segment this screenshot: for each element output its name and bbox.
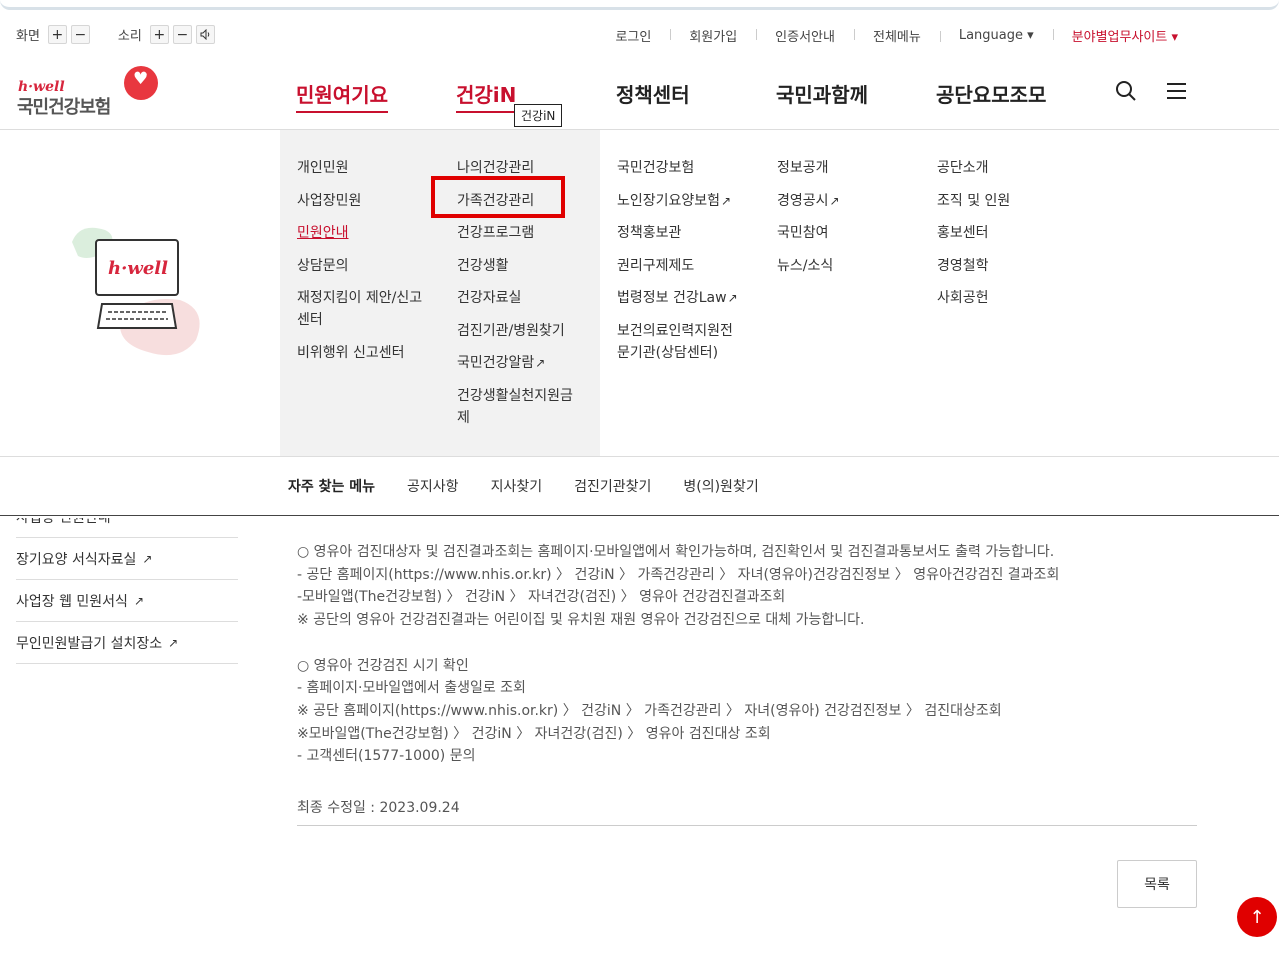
content-line: ※ 공단 홈페이지(https://www.nhis.or.kr) 〉 건강iN…	[297, 702, 1002, 719]
content-line: ※ 공단의 영유아 건강검진결과는 어린이집 및 유치원 재원 영유아 건강검진…	[297, 612, 865, 629]
menu-mgmt-disclosure[interactable]: 경영공시↗	[777, 190, 912, 212]
quick-menu-title: 자주 찾는 메뉴	[288, 479, 376, 495]
highlight-box	[431, 176, 565, 218]
side-menu: 사업장 민원안내 장기요양 서식자료실 ↗ 사업장 웹 민원서식 ↗ 무인민원발급기…	[16, 518, 238, 664]
illustration-hwell-text: h·well	[108, 258, 168, 279]
submenu-policy-center: 국민건강보험 노인장기요양보험↗ 정책홍보관 권리구제제도 법령정보 건강Law…	[617, 157, 757, 374]
menu-social-contribution[interactable]: 사회공헌	[937, 287, 1072, 309]
site-logo[interactable]: h·well 국민건강보험	[17, 66, 162, 118]
quick-find-branch[interactable]: 지사찾기	[491, 476, 543, 496]
content-line: ○ 영유아 건강검진 시기 확인	[297, 657, 469, 674]
external-link-icon: ↗	[829, 193, 840, 208]
menu-health-law[interactable]: 법령정보 건강Law↗	[617, 287, 757, 309]
gnb-about[interactable]: 공단요모조모	[936, 79, 1046, 108]
scroll-top-button[interactable]: ↑	[1237, 897, 1277, 937]
side-item-web-forms[interactable]: 사업장 웹 민원서식 ↗	[16, 580, 238, 622]
menu-nhi[interactable]: 국민건강보험	[617, 157, 752, 179]
external-link-icon: ↗	[142, 551, 153, 566]
certificate-guide-link[interactable]: 인증서안내	[756, 26, 854, 45]
external-link-icon: ↗	[721, 193, 732, 208]
submenu-about: 공단소개 조직 및 인원 홍보센터 경영철학 사회공헌	[937, 157, 1072, 320]
mega-menu: h·well 개인민원 사업장민원 민원안내 상담문의 재정지킴이 제안/신고센…	[0, 130, 1279, 456]
gnb-health-in[interactable]: 건강iN	[456, 79, 517, 113]
menu-organization[interactable]: 조직 및 인원	[937, 190, 1072, 212]
gnb-minwon[interactable]: 민원여기요	[296, 79, 388, 113]
content-line: - 공단 홈페이지(https://www.nhis.or.kr) 〉 건강iN…	[297, 566, 1060, 583]
last-updated: 최종 수정일 : 2023.09.24	[297, 797, 1197, 826]
menu-minwon-guide[interactable]: 민원안내	[297, 222, 432, 244]
menu-health-life[interactable]: 건강생활	[457, 255, 592, 277]
menu-news[interactable]: 뉴스/소식	[777, 255, 912, 277]
sound-label: 소리	[117, 29, 142, 44]
menu-health-alarm[interactable]: 국민건강알람↗	[457, 352, 592, 374]
logo-name: 국민건강보험	[17, 97, 111, 118]
volume-up-button[interactable]: +	[149, 25, 169, 44]
menu-intro[interactable]: 공단소개	[937, 157, 1072, 179]
join-link[interactable]: 회원가입	[670, 26, 756, 45]
speaker-icon[interactable]	[195, 25, 215, 44]
menu-finance-guard[interactable]: 재정지킴이 제안/신고센터	[297, 287, 425, 331]
menu-info-disclosure[interactable]: 정보공개	[777, 157, 912, 179]
menu-ltc-insurance[interactable]: 노인장기요양보험↗	[617, 190, 752, 212]
tooltip: 건강iN	[514, 104, 563, 127]
menu-philosophy[interactable]: 경영철학	[937, 255, 1072, 277]
quick-notice[interactable]: 공지사항	[407, 476, 459, 496]
quick-find-checkup[interactable]: 검진기관찾기	[574, 476, 651, 496]
content-line: - 고객센터(1577-1000) 문의	[297, 748, 476, 765]
side-item-ltc-forms[interactable]: 장기요양 서식자료실 ↗	[16, 538, 238, 580]
accessibility-controls: 화면 + − 소리 + −	[16, 25, 219, 44]
menu-policy-pr[interactable]: 정책홍보관	[617, 222, 752, 244]
side-item-kiosk[interactable]: 무인민원발급기 설치장소 ↗	[16, 622, 238, 664]
menu-health-workforce[interactable]: 보건의료인력지원전문기관(상담센터)	[617, 320, 739, 364]
menu-health-program[interactable]: 건강프로그램	[457, 222, 592, 244]
content-body: ○ 영유아 검진대상자 및 검진결과조회는 홈페이지·모바일앱에서 확인가능하며…	[297, 541, 1197, 768]
language-dropdown[interactable]: Language ▾	[939, 28, 1053, 43]
content-line: -모바일앱(The건강보험) 〉 건강iN 〉 자녀건강(검진) 〉 영유아 건…	[297, 589, 786, 606]
all-menu-link[interactable]: 전체메뉴	[853, 26, 940, 45]
menu-citizen-participation[interactable]: 국민참여	[777, 222, 912, 244]
content-line: - 홈페이지·모바일앱에서 출생일로 조회	[297, 680, 526, 697]
search-icon[interactable]	[1115, 80, 1137, 106]
zoom-in-button[interactable]: +	[47, 25, 67, 44]
screen-zoom-label: 화면	[16, 29, 40, 44]
menu-find-hospital[interactable]: 검진기관/병원찾기	[457, 320, 592, 342]
content-line: ○ 영유아 검진대상자 및 검진결과조회는 홈페이지·모바일앱에서 확인가능하며…	[297, 544, 1055, 560]
top-border	[0, 0, 1279, 10]
external-link-icon: ↗	[727, 291, 738, 305]
external-link-icon: ↗	[535, 356, 546, 370]
side-item-business-guide[interactable]: 사업장 민원안내	[16, 518, 238, 538]
zoom-out-button[interactable]: −	[70, 25, 90, 44]
menu-health-library[interactable]: 건강자료실	[457, 287, 592, 309]
menu-rights-relief[interactable]: 권리구제제도	[617, 255, 752, 277]
menu-misconduct-report[interactable]: 비위행위 신고센터	[297, 342, 432, 364]
list-button[interactable]: 목록	[1117, 860, 1197, 908]
menu-consultation[interactable]: 상담문의	[297, 255, 432, 277]
heart-icon	[124, 66, 158, 100]
utility-links: 로그인 회원가입 인증서안내 전체메뉴 Language ▾ 분야별업무사이트 …	[596, 26, 1197, 45]
menu-health-incentive[interactable]: 건강생활실천지원금제	[457, 385, 579, 429]
business-sites-dropdown[interactable]: 분야별업무사이트 ▾	[1052, 26, 1197, 45]
submenu-with-citizens: 정보공개 경영공시↗ 국민참여 뉴스/소식	[777, 157, 912, 287]
hwell-illustration: h·well	[70, 222, 210, 362]
gnb-with-citizens[interactable]: 국민과함께	[776, 79, 868, 108]
external-link-icon: ↗	[133, 593, 145, 608]
login-link[interactable]: 로그인	[596, 26, 670, 45]
quick-menu-bar: 자주 찾는 메뉴 공지사항 지사찾기 검진기관찾기 병(의)원찾기	[0, 456, 1279, 516]
menu-pr-center[interactable]: 홍보센터	[937, 222, 1072, 244]
quick-find-hospital[interactable]: 병(의)원찾기	[683, 476, 758, 496]
volume-down-button[interactable]: −	[172, 25, 192, 44]
gnb-policy-center[interactable]: 정책센터	[616, 79, 690, 108]
hamburger-menu-icon[interactable]	[1166, 82, 1188, 104]
external-link-icon: ↗	[168, 635, 179, 650]
menu-business-minwon[interactable]: 사업장민원	[297, 190, 432, 212]
content-line: ※모바일앱(The건강보험) 〉 건강iN 〉 자녀건강(검진) 〉 영유아 검…	[297, 725, 771, 742]
menu-personal-minwon[interactable]: 개인민원	[297, 157, 432, 179]
submenu-minwon: 개인민원 사업장민원 민원안내 상담문의 재정지킴이 제안/신고센터 비위행위 …	[297, 157, 432, 374]
